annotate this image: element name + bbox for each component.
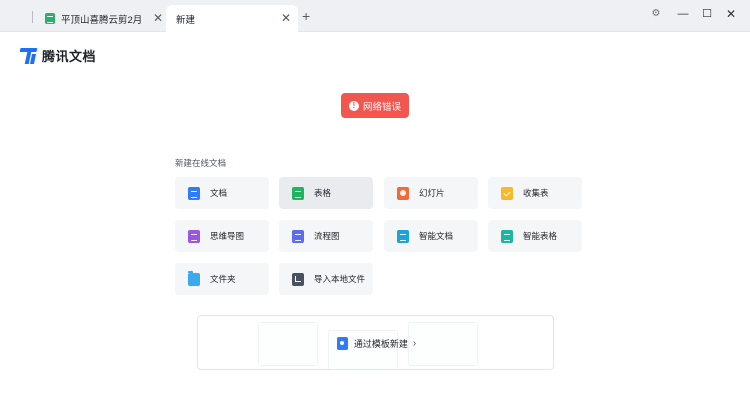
new-form-button[interactable]: 收集表 — [488, 177, 582, 209]
card-label: 幻灯片 — [419, 188, 445, 198]
card-label: 智能表格 — [523, 231, 558, 241]
new-mindmap-button[interactable]: 思维导图 — [175, 220, 269, 252]
logo-text: 腾讯文档 — [42, 49, 97, 64]
smart-doc-icon — [397, 229, 409, 243]
sheet-icon — [292, 186, 304, 200]
create-from-template-link[interactable]: 通过模板新建 › — [198, 316, 553, 369]
settings-gear-icon[interactable]: ⚙ — [648, 7, 664, 21]
close-window-button[interactable]: ✕ — [723, 7, 739, 21]
doc-icon — [188, 186, 200, 200]
browser-tab-bar: 平顶山喜腾云剪2月 ✕ 新建 ✕ + ⚙ — ☐ ✕ — [0, 0, 750, 32]
card-label: 流程图 — [314, 231, 340, 241]
tab-close-icon[interactable]: ✕ — [281, 11, 291, 25]
card-label: 表格 — [314, 188, 332, 198]
tab-sheet[interactable]: 平顶山喜腾云剪2月 ✕ — [26, 5, 166, 32]
new-smart-sheet-button[interactable]: 智能表格 — [488, 220, 582, 252]
card-label: 智能文档 — [419, 231, 454, 241]
new-folder-button[interactable]: 文件夹 — [175, 263, 269, 295]
template-label: 通过模板新建 — [353, 339, 408, 349]
mindmap-icon — [188, 229, 200, 243]
sheet-icon — [45, 13, 55, 24]
new-doc-grid: 文档 表格 幻灯片 收集表 思维导图 流程图 智能文档 智能表格 文件夹 导入本… — [175, 177, 583, 295]
template-create-box[interactable]: 通过模板新建 › — [197, 315, 554, 370]
card-label: 文件夹 — [210, 274, 236, 284]
card-label: 文档 — [210, 188, 228, 198]
error-text: 网络错误 — [362, 101, 401, 113]
tab-new[interactable]: 新建 ✕ — [166, 5, 298, 32]
card-label: 思维导图 — [210, 231, 245, 241]
new-slides-button[interactable]: 幻灯片 — [384, 177, 478, 209]
tab-title: 平顶山喜腾云剪2月 — [61, 14, 143, 26]
slides-icon — [397, 186, 409, 200]
folder-icon — [188, 270, 200, 286]
minimize-button[interactable]: — — [675, 7, 691, 21]
smart-sheet-icon — [501, 229, 513, 243]
exclamation-icon: ! — [348, 100, 359, 111]
card-label: 收集表 — [523, 188, 549, 198]
new-doc-button[interactable]: 文档 — [175, 177, 269, 209]
new-sheet-button[interactable]: 表格 — [279, 177, 373, 209]
flowchart-icon — [292, 229, 304, 243]
import-icon — [292, 272, 304, 286]
template-icon — [336, 337, 348, 350]
card-label: 导入本地文件 — [314, 274, 366, 284]
chevron-right-icon: › — [412, 338, 417, 349]
tencent-docs-logo-icon — [19, 47, 38, 64]
tab-title: 新建 — [176, 14, 196, 26]
app-logo[interactable]: 腾讯文档 — [19, 46, 97, 65]
new-smart-doc-button[interactable]: 智能文档 — [384, 220, 478, 252]
form-icon — [501, 186, 513, 200]
section-title: 新建在线文档 — [175, 158, 227, 168]
maximize-button[interactable]: ☐ — [699, 7, 715, 21]
new-tab-button[interactable]: + — [302, 9, 310, 23]
tab-close-icon[interactable]: ✕ — [153, 11, 163, 25]
network-error-badge: ! 网络错误 — [341, 93, 409, 118]
import-local-file-button[interactable]: 导入本地文件 — [279, 263, 373, 295]
new-flowchart-button[interactable]: 流程图 — [279, 220, 373, 252]
